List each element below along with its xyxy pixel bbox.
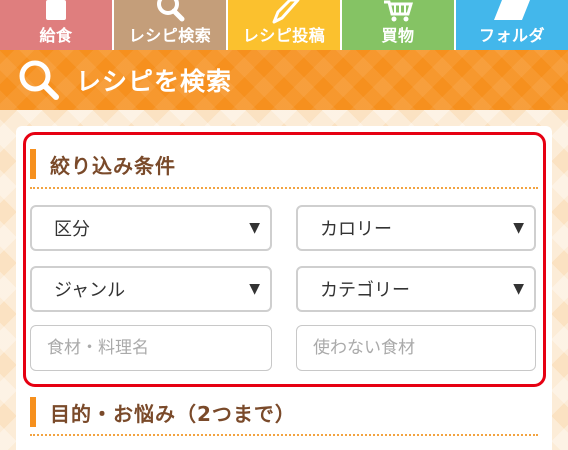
book-icon [46, 0, 66, 20]
purpose-heading: 目的・お悩み（2つまで） [30, 394, 296, 430]
page-title-bar: レシピを検索 [0, 50, 568, 110]
nav-tab-shopping[interactable]: 買物 [342, 0, 456, 50]
nav-tab-label: レシピ検索 [128, 26, 212, 45]
page-title: レシピを検索 [76, 67, 233, 96]
nav-tab-recipe-search[interactable]: レシピ検索 [114, 0, 228, 50]
heading-accent-bar [30, 397, 36, 427]
purpose-heading-text: 目的・お悩み（2つまで） [50, 401, 296, 426]
nav-tab-label: 買物 [381, 26, 415, 45]
nav-tab-label: 給食 [39, 26, 73, 45]
cart-icon [384, 0, 414, 22]
pencil-icon [272, 0, 300, 24]
search-icon [157, 0, 185, 22]
nav-tab-label: フォルダ [478, 26, 545, 45]
nav-tab-kyushoku[interactable]: 給食 [0, 0, 114, 50]
filter-highlight-frame [23, 132, 546, 387]
divider [30, 434, 538, 436]
nav-tab-folder[interactable]: フォルダ [456, 0, 568, 50]
folder-icon [494, 0, 530, 20]
nav-tab-label: レシピ投稿 [242, 26, 326, 45]
nav-tab-recipe-post[interactable]: レシピ投稿 [228, 0, 342, 50]
top-nav: 給食 レシピ検索 レシピ投稿 買物 フォルダ [0, 0, 568, 50]
search-icon [19, 60, 59, 100]
